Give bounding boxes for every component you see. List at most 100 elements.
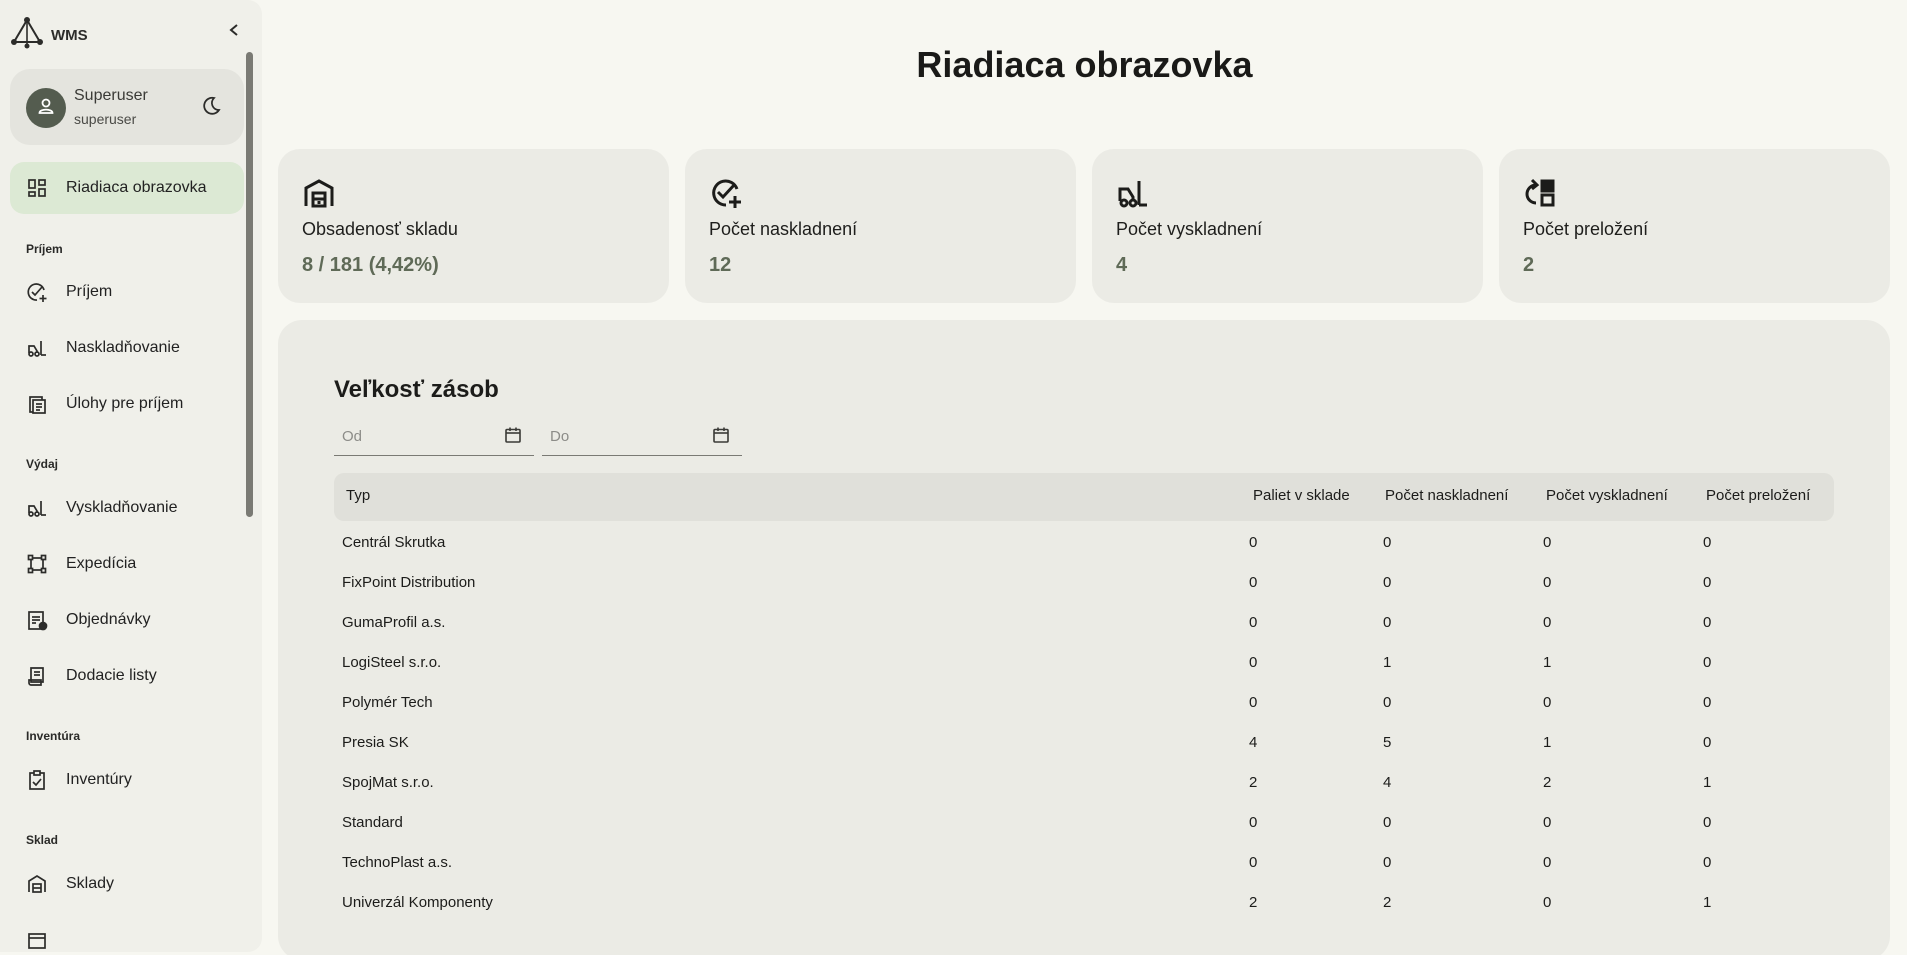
section-title-prijem: Príjem — [26, 242, 63, 256]
cell-stock-in: 5 — [1383, 734, 1392, 751]
cell-pallets: 0 — [1249, 694, 1258, 711]
cell-typ: TechnoPlast a.s. — [342, 854, 453, 871]
table-row[interactable]: GumaProfil a.s. 0 0 0 0 — [334, 603, 1834, 643]
sidebar-item-label: Sklady — [66, 875, 115, 892]
table-row[interactable]: SpojMat s.r.o. 2 4 2 1 — [334, 763, 1834, 803]
brand-name: WMS — [51, 27, 88, 44]
table-row[interactable]: Polymér Tech 0 0 0 0 — [334, 683, 1834, 723]
cell-typ: FixPoint Distribution — [342, 574, 476, 591]
cell-pallets: 0 — [1249, 534, 1258, 551]
cell-stock-out: 1 — [1543, 654, 1552, 671]
stat-label: Počet preložení — [1523, 219, 1649, 239]
cell-stock-out: 0 — [1543, 694, 1552, 711]
sidebar-scrollbar[interactable] — [246, 52, 253, 517]
cell-stock-in: 0 — [1383, 534, 1392, 551]
cell-stock-out: 0 — [1543, 894, 1552, 911]
cell-pallets: 0 — [1249, 854, 1258, 871]
cell-stock-in: 0 — [1383, 814, 1392, 831]
user-name: Superuser — [74, 87, 148, 104]
sidebar-item-sklady[interactable]: Sklady — [10, 858, 244, 910]
vector-square-icon — [26, 553, 48, 575]
dashboard-icon — [26, 177, 48, 199]
cell-stock-in: 2 — [1383, 894, 1392, 911]
column-header-typ[interactable]: Typ — [346, 487, 370, 504]
stat-card-stock-out: Počet vyskladnení 4 — [1092, 149, 1483, 303]
page-title: Riadiaca obrazovka — [916, 44, 1253, 85]
sidebar-item-dodacie[interactable]: Dodacie listy — [10, 650, 244, 702]
stat-card-stock-in: Počet naskladnení 12 — [685, 149, 1076, 303]
warehouse-icon — [26, 873, 48, 895]
table-row[interactable]: TechnoPlast a.s. 0 0 0 0 — [334, 843, 1834, 883]
date-from-input[interactable] — [342, 426, 492, 446]
calendar-icon[interactable] — [504, 426, 522, 444]
user-icon — [36, 96, 56, 121]
collapse-sidebar-button[interactable] — [224, 22, 244, 42]
cell-typ: Presia SK — [342, 734, 409, 751]
moon-icon — [200, 95, 222, 122]
sidebar-item-label: Vyskladňovanie — [66, 499, 178, 516]
sidebar-item-label: Príjem — [66, 283, 113, 300]
theme-toggle-button[interactable] — [198, 95, 224, 121]
cell-stock-out: 0 — [1543, 854, 1552, 871]
forklift-icon — [1116, 176, 1150, 210]
column-header-relocations[interactable]: Počet preložení — [1706, 487, 1810, 504]
calendar-icon — [26, 929, 48, 951]
date-from-field[interactable] — [334, 414, 534, 456]
calendar-icon[interactable] — [712, 426, 730, 444]
section-title-inventura: Inventúra — [26, 729, 81, 743]
cell-typ: Univerzál Komponenty — [342, 894, 493, 911]
column-header-stock-in[interactable]: Počet naskladnení — [1385, 487, 1508, 504]
section-title-sklad: Sklad — [26, 833, 59, 847]
cell-pallets: 2 — [1249, 774, 1258, 791]
relocate-icon — [1523, 176, 1557, 210]
check-add-icon — [709, 176, 743, 210]
cell-relocations: 0 — [1703, 534, 1712, 551]
cell-pallets: 2 — [1249, 894, 1258, 911]
cell-stock-in: 4 — [1383, 774, 1392, 791]
sidebar-item-ulohy[interactable]: Úlohy pre príjem — [10, 378, 244, 430]
table-row[interactable]: Presia SK 4 5 1 0 — [334, 723, 1834, 763]
column-header-pallets[interactable]: Paliet v sklade — [1253, 487, 1350, 504]
sidebar-item-inventury[interactable]: Inventúry — [10, 754, 244, 806]
date-to-field[interactable] — [542, 414, 742, 456]
cell-stock-out: 2 — [1543, 774, 1552, 791]
table-row[interactable]: Centrál Skrutka 0 0 0 0 — [334, 523, 1834, 563]
sidebar-item-label: Naskladňovanie — [66, 339, 180, 356]
sidebar-item-label: Objednávky — [66, 611, 151, 628]
cell-relocations: 0 — [1703, 734, 1712, 751]
stat-label: Počet naskladnení — [709, 219, 858, 239]
sidebar-item-naskladnovanie[interactable]: Naskladňovanie — [10, 322, 244, 374]
page-header: Riadiaca obrazovka — [262, 0, 1907, 120]
stat-value: 2 — [1523, 254, 1535, 276]
clipboard-check-icon — [26, 769, 48, 791]
cell-stock-in: 0 — [1383, 614, 1392, 631]
sidebar-item-label: Inventúry — [66, 771, 132, 788]
sidebar-item-dashboard[interactable]: Riadiaca obrazovka — [10, 162, 244, 214]
table-row[interactable]: Univerzál Komponenty 2 2 0 1 — [334, 883, 1834, 923]
cell-relocations: 0 — [1703, 854, 1712, 871]
column-header-stock-out[interactable]: Počet vyskladnení — [1546, 487, 1668, 504]
sidebar-item-next[interactable] — [10, 914, 244, 952]
stat-card-relocations: Počet preložení 2 — [1499, 149, 1890, 303]
cell-typ: Centrál Skrutka — [342, 534, 446, 551]
user-card[interactable]: Superuser superuser — [10, 69, 244, 145]
stock-size-panel: Veľkosť zásob Typ Paliet v sklade Počet … — [278, 320, 1890, 955]
stat-label: Počet vyskladnení — [1116, 219, 1263, 239]
cell-stock-out: 0 — [1543, 574, 1552, 591]
stat-value: 8 / 181 (4,42%) — [302, 254, 439, 276]
table-row[interactable]: LogiSteel s.r.o. 0 1 1 0 — [334, 643, 1834, 683]
sidebar-item-prijem[interactable]: Príjem — [10, 266, 244, 318]
sidebar-item-expedicia[interactable]: Expedícia — [10, 538, 244, 590]
stat-card-occupancy: Obsadenosť skladu 8 / 181 (4,42%) — [278, 149, 669, 303]
sidebar-item-vyskladnovanie[interactable]: Vyskladňovanie — [10, 482, 244, 534]
table-row[interactable]: Standard 0 0 0 0 — [334, 803, 1834, 843]
table-row[interactable]: FixPoint Distribution 0 0 0 0 — [334, 563, 1834, 603]
stat-value: 12 — [709, 254, 732, 276]
cell-stock-in: 0 — [1383, 574, 1392, 591]
cell-stock-out: 0 — [1543, 814, 1552, 831]
sidebar-item-label: Dodacie listy — [66, 667, 157, 684]
date-to-input[interactable] — [550, 426, 700, 446]
sidebar-item-objednavky[interactable]: Objednávky — [10, 594, 244, 646]
brand[interactable]: WMS — [10, 16, 88, 55]
warehouse-icon — [302, 176, 336, 210]
